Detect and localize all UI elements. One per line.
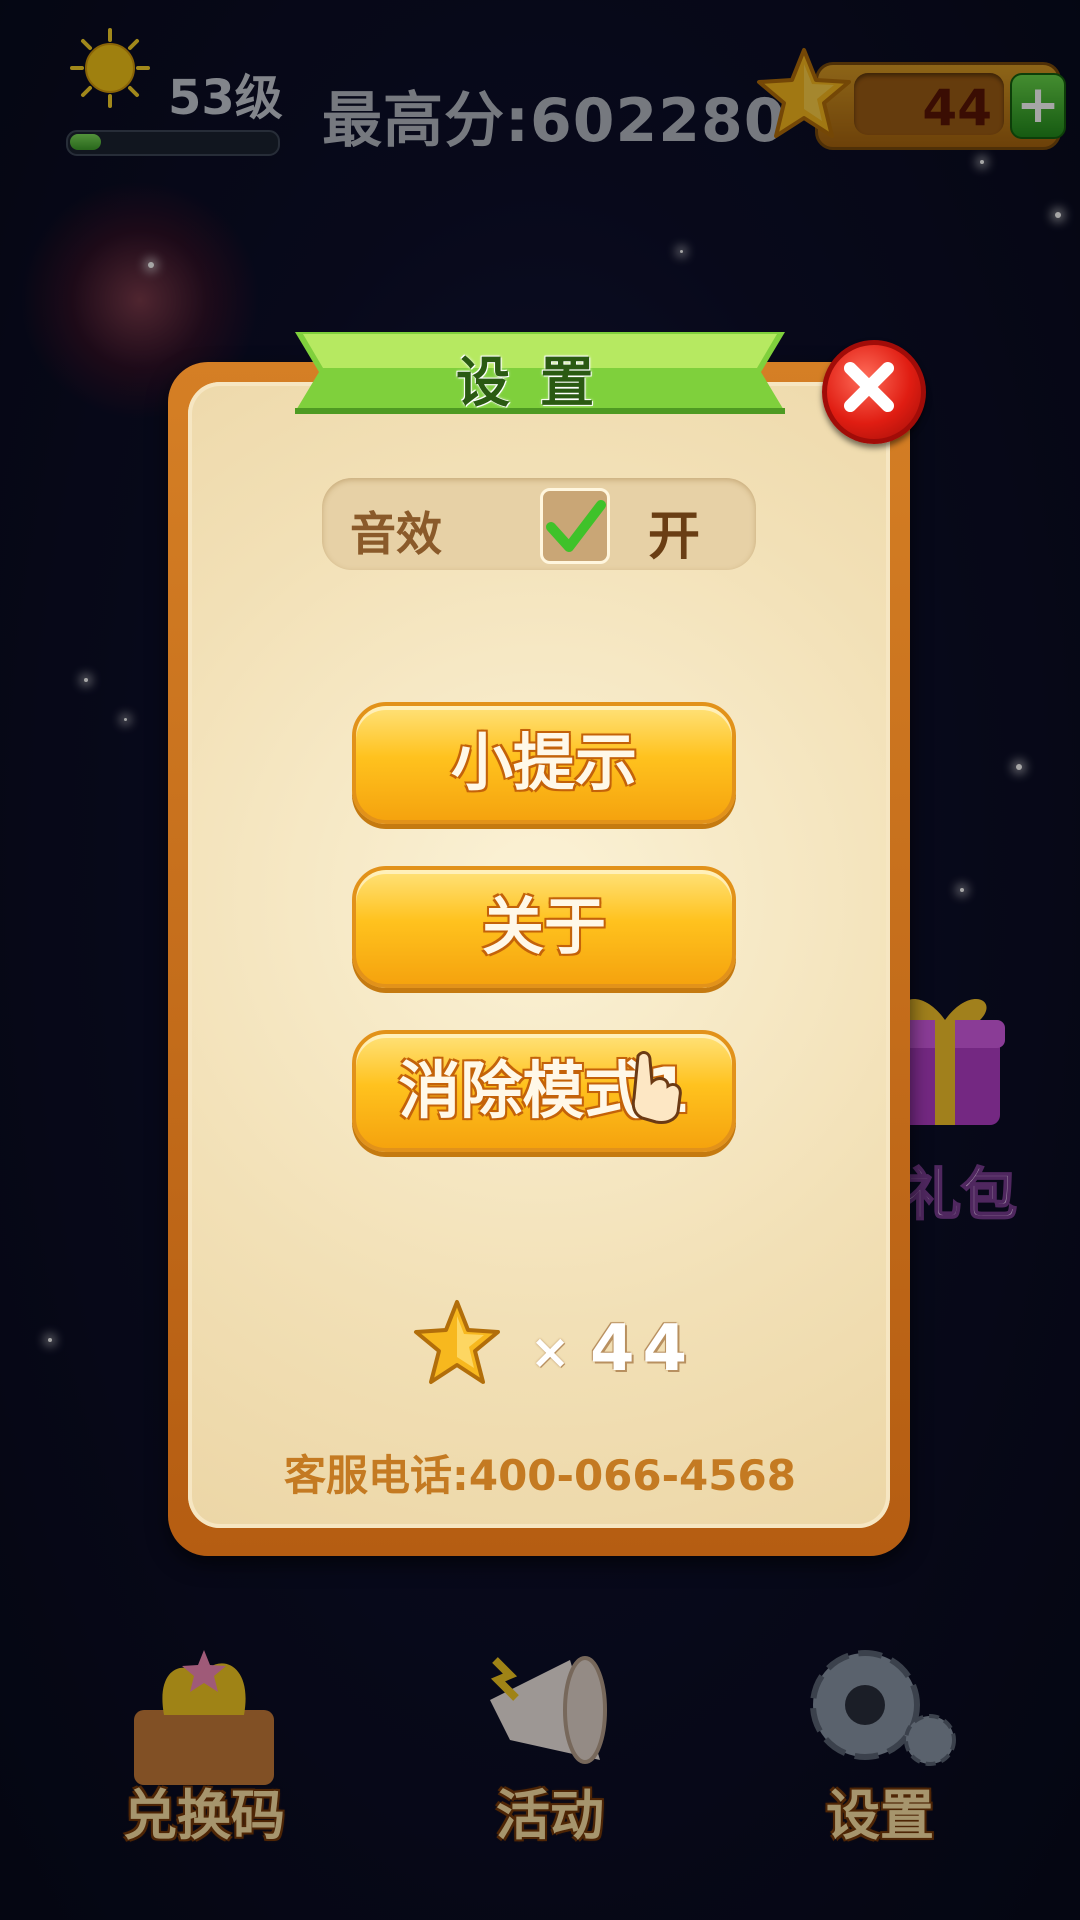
settings-title: 设置 [456,351,624,414]
sound-effects-checkbox[interactable] [540,488,610,564]
star-icon [414,1300,500,1384]
sound-effects-label: 音效 [350,507,442,561]
customer-service-phone: 客服电话:400-066-4568 [284,1451,796,1500]
star-balance-count: 44 [590,1312,696,1386]
close-button[interactable] [822,340,926,444]
about-button[interactable]: 关于 [352,866,736,988]
close-icon [843,361,895,413]
sound-effects-row: 音效 开 [322,478,756,570]
sound-effects-state: 开 [648,507,701,567]
star-multiplier: × [530,1324,571,1380]
star-balance-row: × 44 [412,1298,712,1388]
checkmark-icon [546,500,606,552]
tips-button[interactable]: 小提示 [352,702,736,824]
pointing-hand-icon [631,1051,682,1124]
